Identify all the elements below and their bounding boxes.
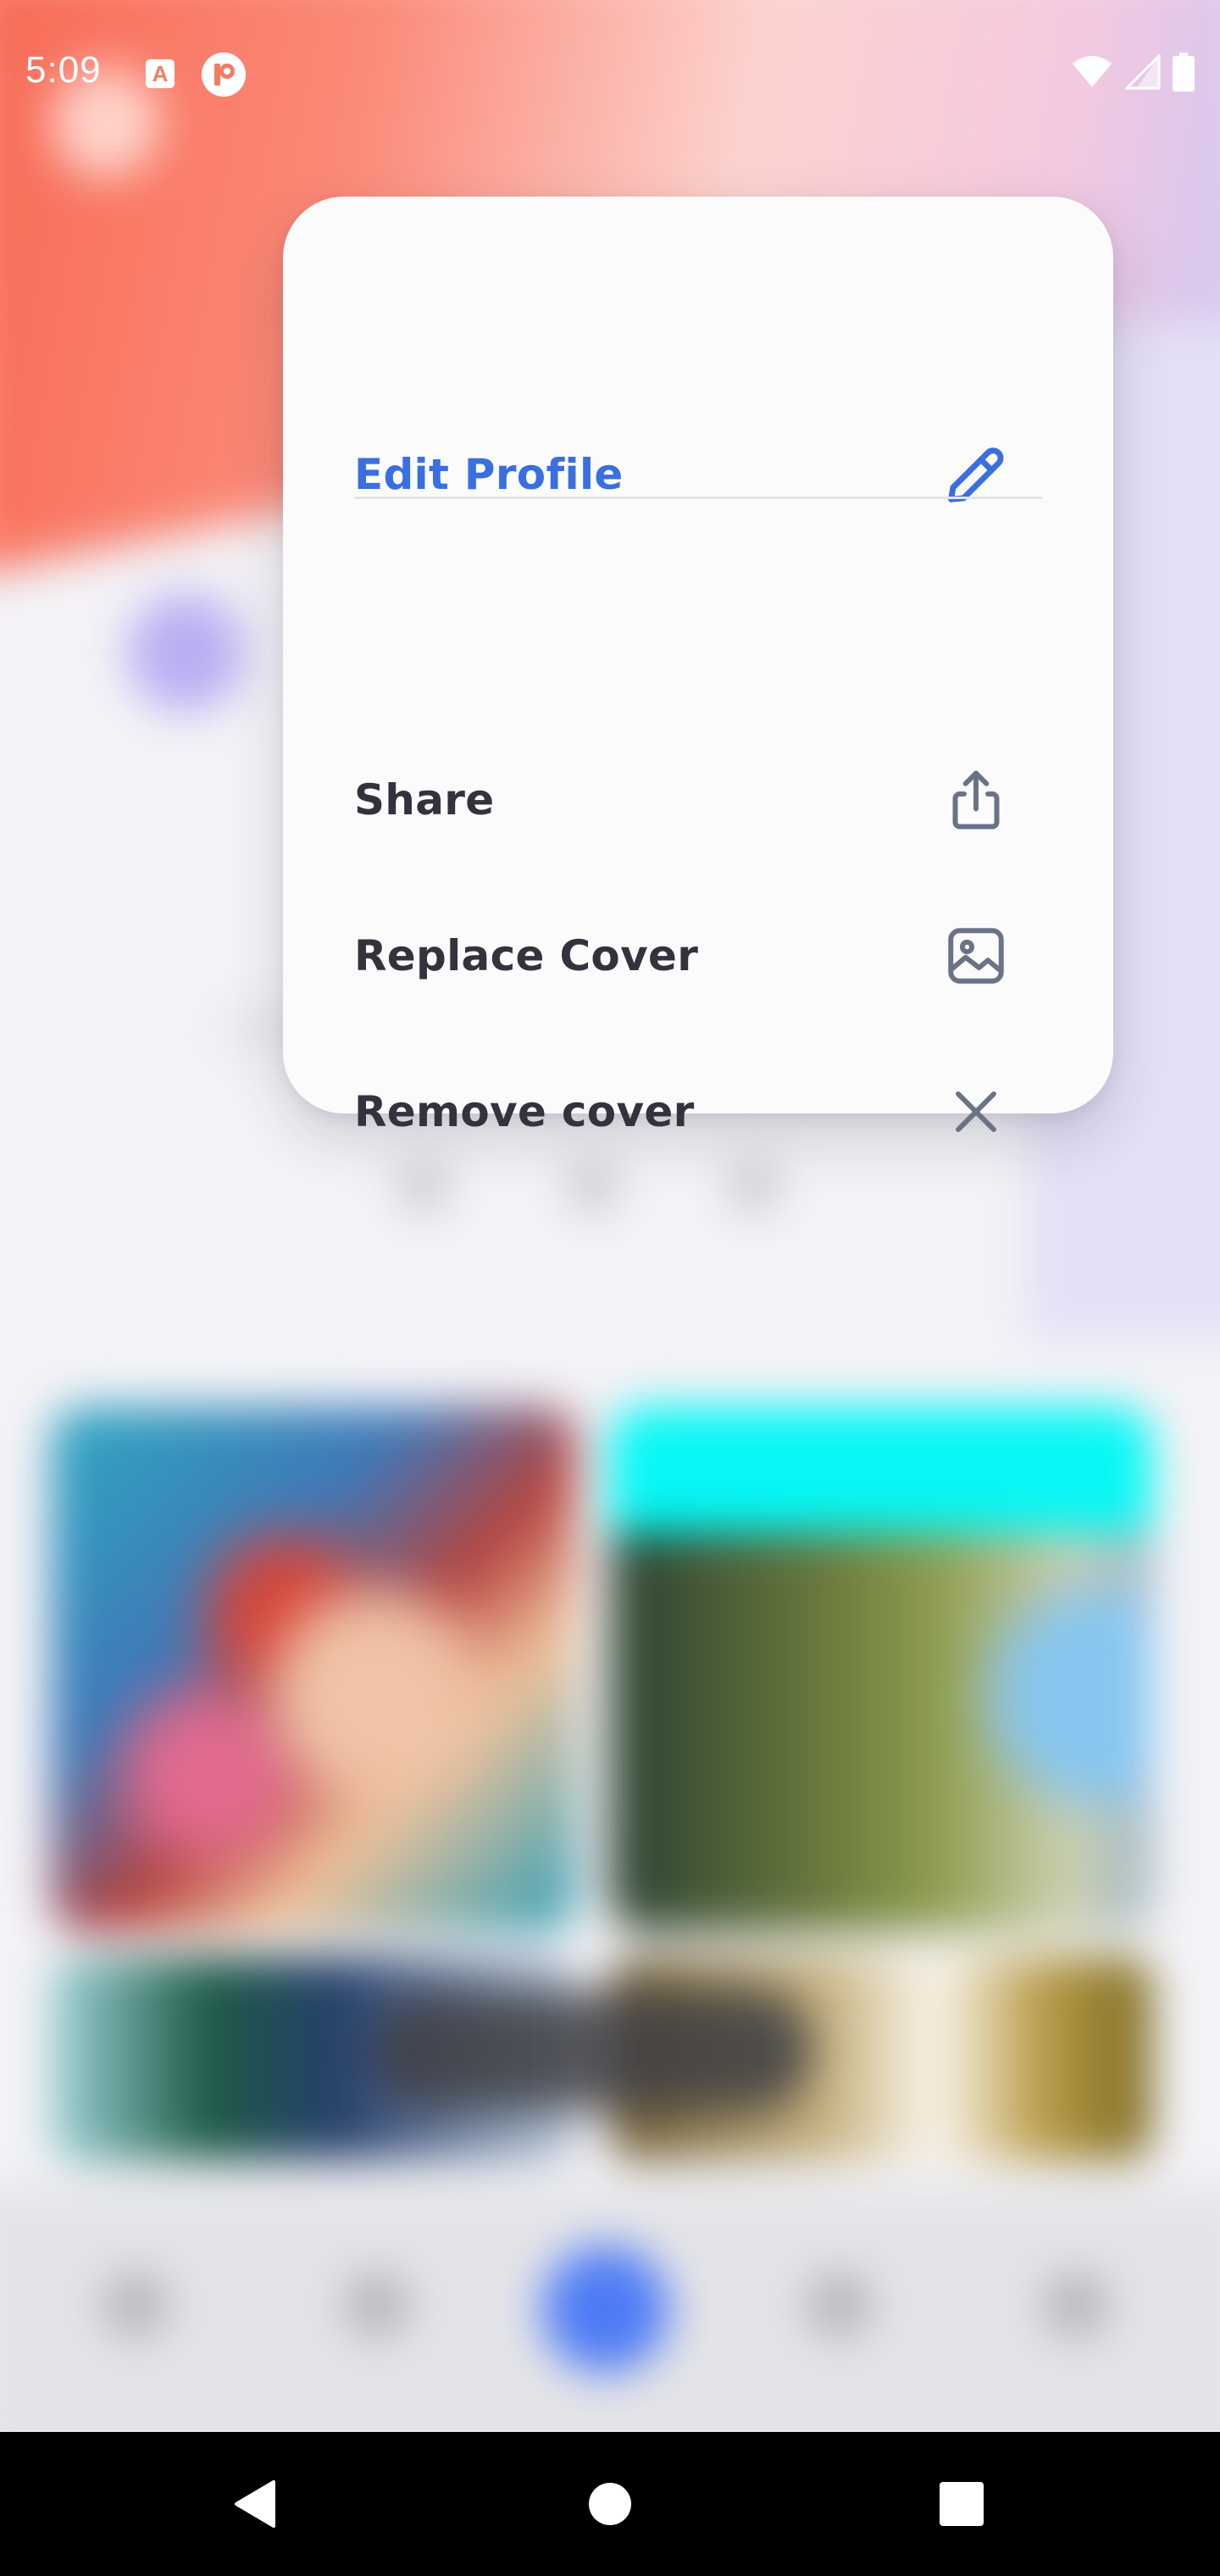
replace-cover-menu-item[interactable]: Replace Cover (354, 897, 1042, 1015)
profile-options-menu: Edit Profile Share Replace Cover Remove … (283, 197, 1113, 1136)
pencil-icon (935, 434, 1017, 515)
cell-signal-icon (1123, 53, 1161, 93)
menu-item-label: Replace Cover (354, 931, 699, 980)
nav-create-button (542, 2246, 669, 2373)
nav-brush-icon (805, 2271, 873, 2339)
app-screen: 5:09 A Edit Profile Share Replace Cover … (0, 0, 1220, 2576)
menu-item-label: Share (354, 775, 495, 824)
nav-profile-icon (1042, 2271, 1110, 2339)
text-a-icon: A (146, 59, 175, 88)
gallery-tile (51, 1407, 576, 1932)
battery-icon (1173, 53, 1195, 95)
wifi-icon (1071, 55, 1113, 92)
menu-item-label: Edit Profile (354, 450, 624, 499)
status-time: 5:09 (25, 49, 102, 91)
remove-cover-menu-item[interactable]: Remove cover (354, 1052, 1042, 1171)
p-app-icon (202, 53, 246, 97)
avatar (127, 593, 246, 712)
edit-profile-menu-item[interactable]: Edit Profile (354, 415, 1042, 534)
floating-pill (373, 1991, 813, 2110)
image-icon (935, 915, 1017, 997)
back-icon[interactable] (225, 2474, 284, 2534)
share-icon (935, 759, 1017, 841)
recents-icon[interactable] (932, 2474, 991, 2534)
nav-explore-icon (343, 2271, 411, 2339)
menu-item-label: Remove cover (354, 1087, 695, 1136)
home-icon[interactable] (580, 2474, 640, 2534)
nav-home-icon (102, 2271, 169, 2339)
close-icon (935, 1071, 1017, 1152)
menu-divider (354, 497, 1042, 499)
system-status-icons (1071, 53, 1195, 95)
gallery-tile (610, 1407, 1152, 1932)
share-menu-item[interactable]: Share (354, 741, 1042, 859)
system-navigation-bar (0, 2432, 1220, 2576)
status-bar: 5:09 A (0, 0, 1220, 144)
